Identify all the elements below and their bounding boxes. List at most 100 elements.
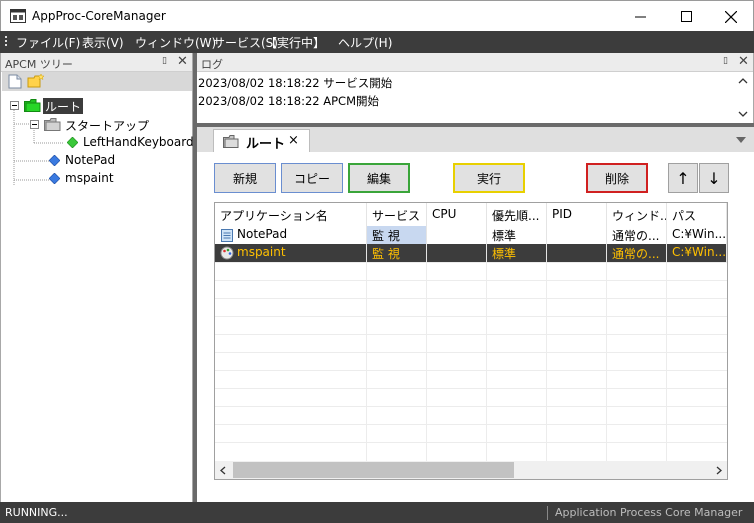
blue-diamond-icon	[49, 173, 60, 184]
gray-folder-icon	[44, 118, 61, 131]
menu-running-status: 【実行中】	[265, 36, 326, 50]
paint-icon	[220, 246, 234, 260]
menu-bar: ファイル(F) 表示(V) ウィンドウ(W) サービス(S) 【実行中】 ヘルプ…	[0, 31, 754, 53]
cell-cpu	[427, 244, 487, 262]
title-bar: AppProc-CoreManager	[0, 0, 754, 31]
move-down-button[interactable]: ↓	[699, 163, 729, 193]
column-header[interactable]: パス	[667, 203, 727, 226]
column-header[interactable]: CPU	[427, 203, 487, 226]
document-area: ルート × 新規 コピー 編集 実行 削除 ↑ ↓ アプリケーション名 サービス…	[197, 127, 754, 502]
column-header[interactable]: ウィンド...	[607, 203, 667, 226]
log-line: 2023/08/02 18:18:22 サービス開始	[198, 76, 393, 90]
tree-node-root-label: ルート	[43, 98, 84, 114]
column-header[interactable]: アプリケーション名	[215, 203, 367, 226]
cell-window: 通常の...	[607, 226, 667, 244]
edit-button[interactable]: 編集	[348, 163, 410, 193]
tab-dropdown-icon[interactable]	[736, 137, 746, 143]
tree-node-lefthandkeyboard-label: LeftHandKeyboard	[83, 135, 194, 149]
blue-diamond-icon	[49, 155, 60, 166]
grid-divider	[215, 388, 727, 389]
grid-divider	[215, 280, 727, 281]
application-grid: アプリケーション名 サービス CPU 優先順... PID ウィンド... パス…	[214, 202, 728, 480]
tree-panel-title: APCM ツリー	[5, 58, 73, 71]
tree-node-mspaint-label: mspaint	[65, 171, 114, 185]
tab-root[interactable]: ルート ×	[213, 129, 310, 153]
tree-panel: APCM ツリー ▯ ✕ ルート スタートアップ LeftHandKeyboar…	[0, 53, 194, 502]
menu-window[interactable]: ウィンドウ(W)	[135, 34, 216, 51]
tree-node-notepad-label: NotePad	[65, 153, 116, 167]
new-folder-icon[interactable]	[27, 74, 45, 89]
cell-priority: 標準	[487, 244, 547, 262]
cell-window: 通常の...	[607, 244, 667, 262]
notepad-icon	[221, 229, 233, 242]
scroll-up-icon[interactable]	[738, 77, 748, 85]
scroll-left-icon[interactable]	[220, 466, 226, 475]
log-panel-close-icon[interactable]: ✕	[738, 54, 749, 69]
menu-help[interactable]: ヘルプ(H)	[338, 34, 392, 51]
status-app-name: Application Process Core Manager	[555, 506, 743, 519]
column-header[interactable]: サービス	[367, 203, 427, 226]
new-file-icon[interactable]	[8, 74, 22, 89]
cell-priority: 標準	[487, 226, 547, 244]
grid-divider	[215, 424, 727, 425]
menu-grip-icon	[5, 36, 7, 48]
table-row-selected[interactable]: mspaint 監 視 標準 通常の... C:¥Win...	[215, 244, 727, 262]
grid-divider	[215, 352, 727, 353]
folder-icon	[223, 135, 239, 148]
scrollbar-thumb[interactable]	[233, 462, 514, 478]
collapse-icon[interactable]	[30, 120, 39, 129]
move-up-button[interactable]: ↑	[668, 163, 698, 193]
green-diamond-icon	[67, 137, 78, 148]
copy-button[interactable]: コピー	[281, 163, 343, 193]
collapse-icon[interactable]	[10, 101, 19, 110]
cell-cpu	[427, 226, 487, 244]
cell-name: mspaint	[215, 244, 367, 262]
grid-divider	[215, 298, 727, 299]
grid-divider	[215, 370, 727, 371]
cell-path: C:¥Win...	[667, 226, 727, 244]
tree-toolbar	[2, 72, 192, 91]
status-bar: RUNNING... Application Process Core Mana…	[0, 502, 754, 523]
tree-panel-close-icon[interactable]: ✕	[177, 54, 188, 69]
delete-button[interactable]: 削除	[586, 163, 648, 193]
cell-path: C:¥Win...	[667, 244, 727, 262]
menu-file[interactable]: ファイル(F)	[16, 34, 80, 51]
pin-icon[interactable]: ▯	[162, 56, 167, 66]
grid-divider	[215, 316, 727, 317]
tab-strip: ルート ×	[197, 127, 754, 153]
maximize-button[interactable]	[663, 1, 709, 32]
log-panel-header: ログ ▯ ✕	[197, 53, 753, 72]
tab-close-icon[interactable]: ×	[288, 133, 299, 148]
log-line: 2023/08/02 18:18:22 APCM開始	[198, 94, 379, 108]
pin-icon[interactable]: ▯	[723, 56, 728, 66]
run-button[interactable]: 実行	[453, 163, 525, 193]
column-header[interactable]: 優先順...	[487, 203, 547, 226]
cell-name: NotePad	[215, 226, 367, 244]
green-folder-icon	[24, 99, 41, 112]
grid-divider	[215, 406, 727, 407]
column-header[interactable]: PID	[547, 203, 607, 226]
menu-view[interactable]: 表示(V)	[82, 34, 124, 51]
window-title: AppProc-CoreManager	[32, 9, 166, 23]
tab-label: ルート	[246, 137, 286, 152]
minimize-button[interactable]	[617, 1, 663, 32]
minimize-icon	[634, 16, 646, 18]
scroll-right-icon[interactable]	[716, 466, 722, 475]
cell-service: 監 視	[367, 244, 427, 262]
log-panel-title: ログ	[201, 58, 223, 71]
maximize-icon	[680, 11, 692, 22]
tree-panel-header: APCM ツリー ▯ ✕	[1, 53, 192, 72]
table-row[interactable]: NotePad 監 視 標準 通常の... C:¥Win...	[215, 226, 727, 244]
close-button[interactable]	[708, 1, 754, 32]
cell-service: 監 視	[367, 226, 427, 244]
cell-pid	[547, 226, 607, 244]
log-panel: ログ ▯ ✕ 2023/08/02 18:18:22 サービス開始 2023/0…	[197, 53, 754, 123]
scroll-down-icon[interactable]	[738, 110, 748, 118]
grid-divider	[215, 442, 727, 443]
close-icon	[725, 10, 737, 23]
horizontal-scrollbar[interactable]	[215, 461, 727, 479]
status-text: RUNNING...	[5, 506, 68, 519]
app-icon	[10, 9, 26, 23]
status-divider	[547, 506, 548, 520]
new-button[interactable]: 新規	[214, 163, 276, 193]
